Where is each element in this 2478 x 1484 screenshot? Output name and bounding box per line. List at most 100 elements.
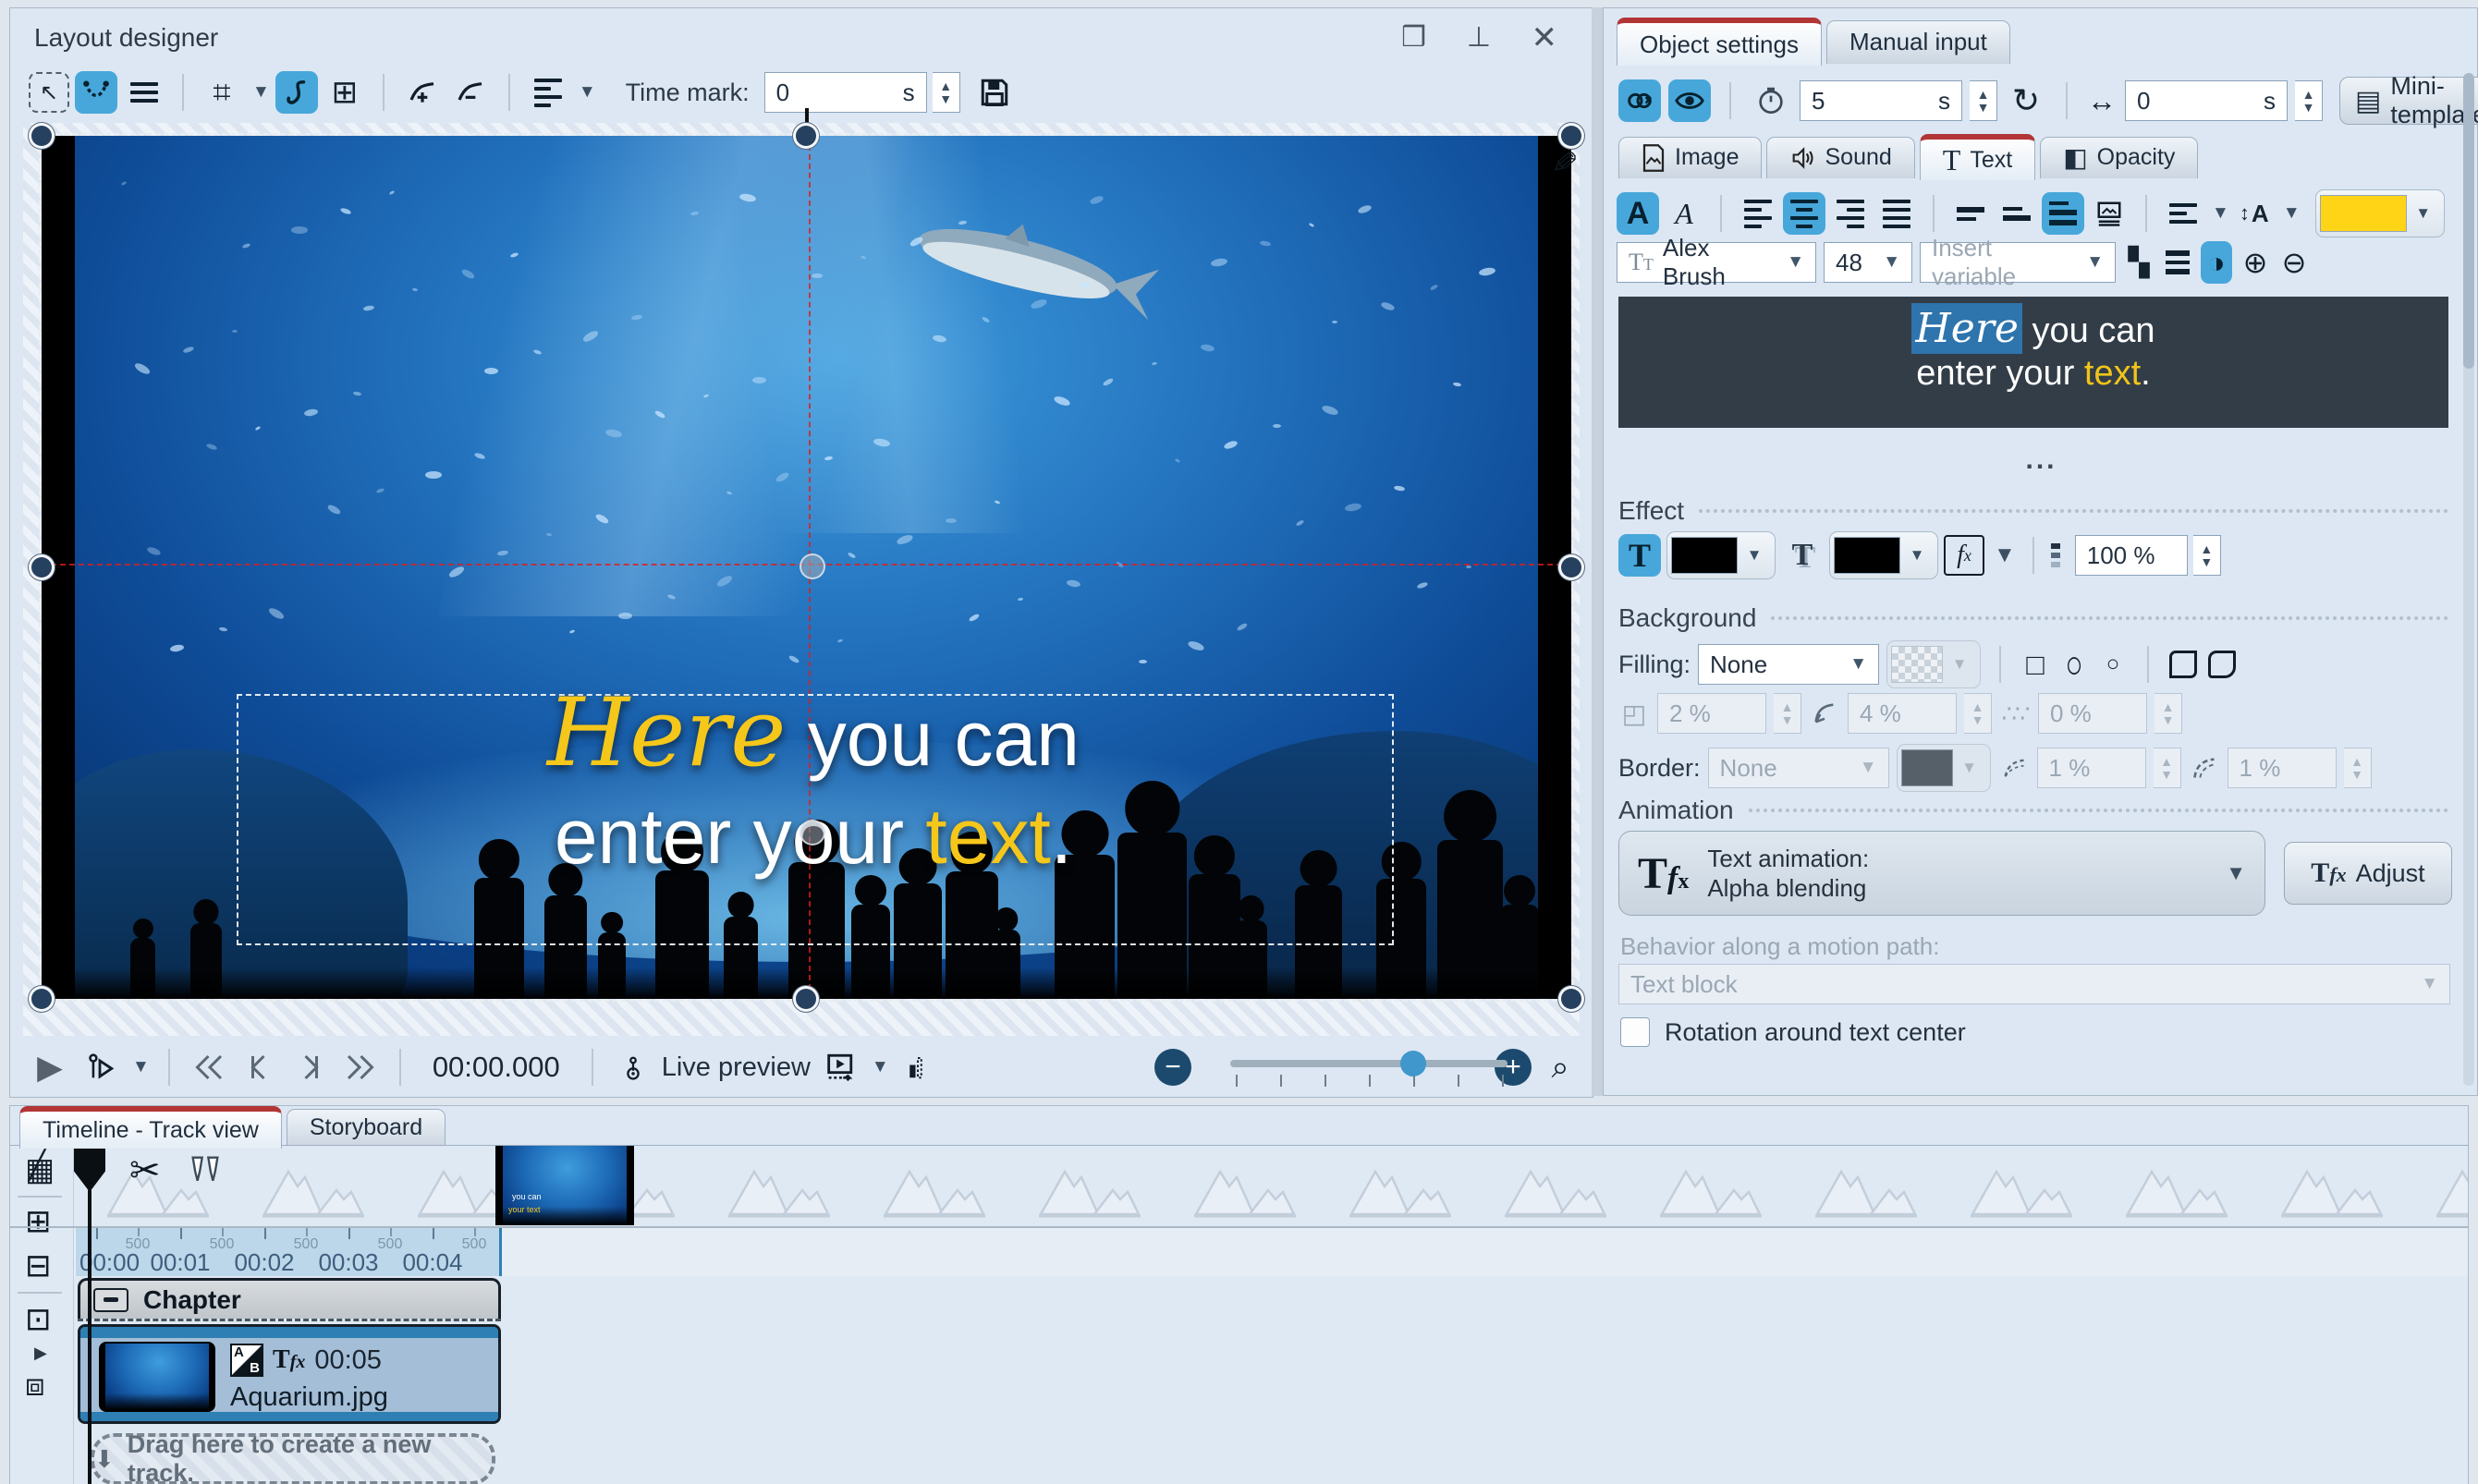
ruler-band[interactable]: 00:0050000:0150000:0250000:0350000:04500 <box>76 1228 501 1276</box>
filling-color-swatch[interactable] <box>1891 646 1943 683</box>
align-right-button[interactable] <box>1829 192 1872 235</box>
play-button[interactable]: ▶ <box>29 1046 71 1089</box>
vertical-splitter[interactable] <box>1592 7 1603 1096</box>
font-size-combo[interactable]: 48 ▼ <box>1824 242 1912 283</box>
align-center-button[interactable] <box>1783 192 1825 235</box>
slide-resize-handle[interactable] <box>31 126 52 146</box>
slide-canvas[interactable]: Here you can enter your text. ✎ <box>42 136 1571 999</box>
text-opacity-input[interactable]: 100 % <box>2075 535 2188 576</box>
bg-blur-input[interactable]: 0 % <box>2038 693 2147 734</box>
panel-scrollbar-thumb[interactable] <box>2463 73 2474 369</box>
bg-shape-rounded-icon[interactable] <box>2167 643 2199 686</box>
font-family-combo[interactable]: TT Alex Brush ▼ <box>1617 242 1816 283</box>
live-preview-pin-icon[interactable] <box>612 1046 654 1089</box>
mini-templates-button[interactable]: ▤ Mini-templates ▼ <box>2339 77 2478 125</box>
zoom-to-fit-icon[interactable]: ⊡ <box>25 1301 52 1338</box>
text-animation-dropdown[interactable]: Tfx Text animation: Alpha blending ▼ <box>1618 831 2265 916</box>
duration-input[interactable]: 5 s <box>1800 80 1962 121</box>
grid-dropdown-icon[interactable]: ▼ <box>252 82 270 103</box>
valign-middle-button[interactable] <box>1996 192 2038 235</box>
playhead-line[interactable] <box>88 1190 92 1484</box>
filling-combo[interactable]: None ▼ <box>1698 644 1879 685</box>
insert-variable-combo[interactable]: Insert variable ▼ <box>1920 242 2116 283</box>
close-icon[interactable]: ✕ <box>1532 19 1558 56</box>
outline-color-dropdown-icon[interactable]: ▼ <box>1738 535 1771 576</box>
valign-bottom-button[interactable] <box>2042 192 2084 235</box>
font-color-dropdown-icon[interactable]: ▼ <box>2407 193 2440 234</box>
text-shadow-toggle[interactable]: T <box>1781 534 1824 577</box>
expand-all-tracks-icon[interactable]: ⊞ <box>25 1203 52 1240</box>
tab-image[interactable]: Image <box>1618 137 1762 178</box>
next-frame-button[interactable] <box>288 1046 331 1089</box>
auto-duration-icon[interactable]: ↻ <box>2005 79 2047 122</box>
visibility-eye-icon[interactable] <box>1668 79 1711 122</box>
text-outline-toggle[interactable]: T <box>1618 534 1661 577</box>
list-format-button[interactable] <box>2162 192 2204 235</box>
track-options-icon[interactable]: ▦╱ <box>25 1151 55 1188</box>
border-color-dropdown-icon[interactable]: ▼ <box>1953 748 1986 788</box>
shadow-color-dropdown-icon[interactable]: ▼ <box>1900 535 1934 576</box>
zoom-out-canvas-button[interactable]: − <box>1154 1049 1191 1086</box>
outline-color-swatch[interactable] <box>1671 537 1738 574</box>
align-left-button[interactable] <box>1737 192 1779 235</box>
line-spacing-dropdown-icon[interactable]: ▼ <box>2283 203 2301 224</box>
italic-button[interactable]: A <box>1663 192 1705 235</box>
object-list-icon[interactable] <box>527 71 569 114</box>
border-width-stepper[interactable]: ▲▼ <box>2154 748 2181 788</box>
timeline-slide-thumbnail[interactable]: you can your text <box>495 1146 634 1225</box>
object-list-dropdown-icon[interactable]: ▼ <box>579 82 596 103</box>
tab-text[interactable]: T Text <box>1920 134 2035 180</box>
duration-stepper[interactable]: ▲▼ <box>1970 80 1997 121</box>
filling-color-dropdown-icon[interactable]: ▼ <box>1943 644 1976 685</box>
text-fx-button[interactable]: fx <box>1944 535 1984 576</box>
bg-shape-ellipse-icon[interactable]: ○ <box>2058 643 2090 686</box>
zoom-slider-track[interactable] <box>1230 1060 1508 1067</box>
edit-pen-icon[interactable]: ✎ <box>1544 147 1582 176</box>
motion-path-curve-icon[interactable] <box>75 71 117 114</box>
font-color-button[interactable]: A <box>1617 192 1659 235</box>
preview-zoom-in-icon[interactable]: ⊕ <box>2240 241 2271 284</box>
motion-path-behavior-combo[interactable]: Text block ▼ <box>1618 964 2450 1004</box>
skip-to-start-button[interactable] <box>189 1046 231 1089</box>
preview-zoom-out-icon[interactable]: ⊖ <box>2278 241 2310 284</box>
text-edit-preview[interactable]: Here you can enter your text. <box>1618 297 2448 428</box>
border-width-input[interactable]: 1 % <box>2037 748 2146 788</box>
collapse-all-tracks-icon[interactable]: ⊟ <box>25 1247 52 1284</box>
text-opacity-stepper[interactable]: ▲▼ <box>2193 535 2221 576</box>
remove-curve-point-icon[interactable] <box>449 71 492 114</box>
save-keyframe-icon[interactable] <box>973 71 1016 114</box>
split-clip-icon[interactable] <box>187 1151 224 1188</box>
offset-stepper[interactable]: ▲▼ <box>2295 80 2323 121</box>
border-combo[interactable]: None ▼ <box>1708 748 1889 788</box>
new-track-dropzone[interactable]: ⬇ Drag here to create a new track. <box>91 1433 495 1484</box>
grid-icon[interactable]: ⌗ <box>201 71 243 114</box>
clip-card[interactable]: A B Tfx 00:05 Aquarium.jpg <box>78 1324 501 1424</box>
panel-scrollbar[interactable] <box>2463 73 2474 1086</box>
border-radius-stepper[interactable]: ▲▼ <box>2344 748 2372 788</box>
link-duration-icon[interactable] <box>1618 79 1661 122</box>
border-radius-input[interactable]: 1 % <box>2228 748 2337 788</box>
slide-resize-handle[interactable] <box>796 126 816 146</box>
character-map-icon[interactable]: ▚ <box>2123 241 2155 284</box>
time-mark-stepper[interactable]: ▲▼ <box>933 72 960 113</box>
spline-curve-icon[interactable] <box>275 71 318 114</box>
text-fx-dropdown-icon[interactable]: ▼ <box>1994 542 2016 568</box>
bg-rounding-stepper[interactable]: ▲▼ <box>1964 693 1992 734</box>
preview-contrast-icon[interactable]: ◑ <box>2201 241 2232 284</box>
maximize-icon[interactable]: ❒ <box>1401 21 1426 54</box>
preview-screen-dropdown-icon[interactable]: ▼ <box>872 1057 889 1077</box>
slide-resize-handle[interactable] <box>1561 126 1581 146</box>
slide-resize-handle[interactable] <box>1561 989 1581 1009</box>
preview-screen-icon[interactable] <box>818 1046 861 1089</box>
bg-shape-rect-icon[interactable]: □ <box>2020 643 2051 686</box>
strip-expand-arrow-icon[interactable]: ▶ <box>34 1344 47 1363</box>
align-justify-button[interactable] <box>1875 192 1918 235</box>
bg-margin-input[interactable]: 2 % <box>1657 693 1766 734</box>
add-curve-point-icon[interactable] <box>401 71 444 114</box>
tab-sound[interactable]: Sound <box>1766 137 1914 178</box>
zoom-slider-thumb[interactable] <box>1400 1051 1426 1077</box>
camera-pan-icon[interactable]: ⊞ <box>323 71 366 114</box>
cut-scissors-icon[interactable]: ✂ <box>129 1149 161 1192</box>
tab-timeline-track-view[interactable]: Timeline - Track view <box>19 1106 282 1149</box>
preview-resize-grip[interactable]: ... <box>1604 456 2478 465</box>
